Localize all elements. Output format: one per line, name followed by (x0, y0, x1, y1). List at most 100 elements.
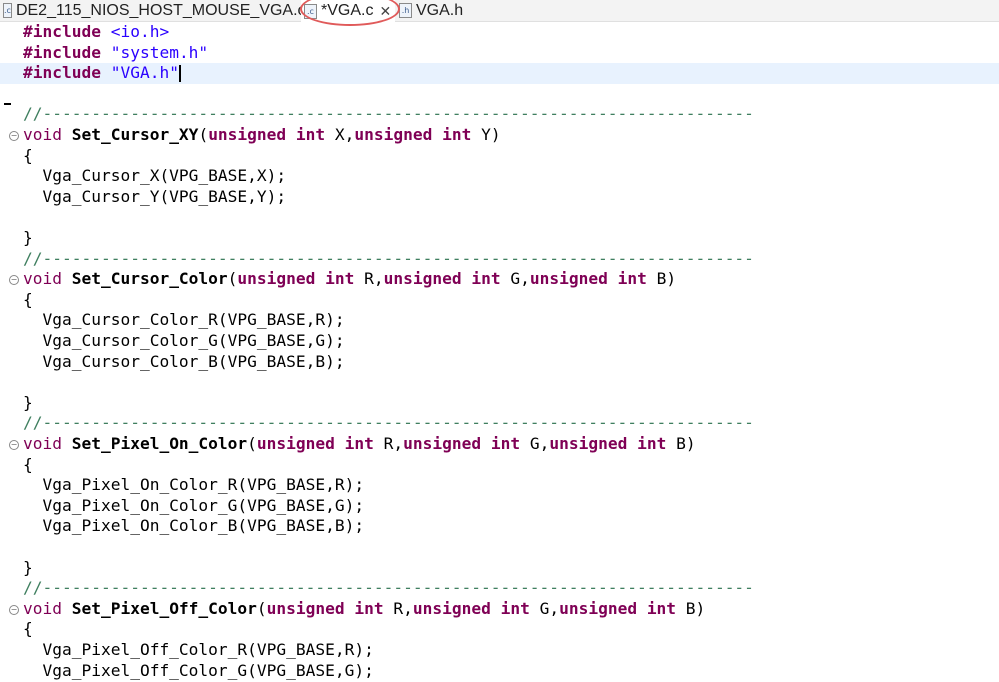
code-line[interactable]: Vga_Cursor_X(VPG_BASE,X); (0, 166, 999, 187)
code-token: unsigned (559, 598, 638, 618)
tab-vga-h[interactable]: .h VGA.h (396, 0, 486, 21)
code-text: #include <io.h> (23, 22, 169, 43)
code-text: //--------------------------------------… (23, 249, 754, 270)
code-line[interactable]: Vga_Pixel_Off_Color_G(VPG_BASE,G); (0, 661, 999, 682)
code-line[interactable]: Vga_Cursor_Color_G(VPG_BASE,G); (0, 331, 999, 352)
code-token: Vga_Pixel_Off_Color_R(VPG_BASE,R); (23, 640, 374, 659)
code-line[interactable]: #include <io.h> (0, 22, 999, 43)
code-text: void Set_Pixel_On_Color(unsigned int R,u… (23, 434, 696, 455)
code-line[interactable]: − void Set_Cursor_Color(unsigned int R,un… (0, 269, 999, 290)
code-line[interactable]: { (0, 290, 999, 311)
code-line[interactable] (0, 207, 999, 228)
code-line[interactable]: #include "system.h" (0, 43, 999, 64)
code-token: //--------------------------------------… (23, 248, 754, 268)
code-line[interactable]: { (0, 146, 999, 167)
code-line[interactable]: { (0, 619, 999, 640)
fold-toggle-icon[interactable]: − (9, 275, 19, 286)
code-token: int (637, 434, 667, 453)
code-token: Vga_Pixel_On_Color_G(VPG_BASE,G); (23, 495, 365, 515)
tab-de2-115-nios-host-mouse-vga-c[interactable]: .c DE2_115_NIOS_HOST_MOUSE_VGA.c (0, 0, 306, 21)
code-line[interactable]: − void Set_Pixel_Off_Color(unsigned int R… (0, 599, 999, 620)
code-token: unsigned (529, 269, 608, 289)
h-file-icon: .h (399, 3, 412, 18)
code-line[interactable]: Vga_Pixel_On_Color_B(VPG_BASE,B); (0, 516, 999, 537)
code-line[interactable]: { (0, 455, 999, 476)
code-token: { (23, 145, 33, 165)
code-token: Vga_Cursor_Color_G(VPG_BASE,G); (23, 331, 345, 350)
code-token: #include (23, 42, 101, 62)
close-tab-icon[interactable]: ✕ (379, 3, 391, 20)
code-line[interactable]: Vga_Pixel_On_Color_G(VPG_BASE,G); (0, 496, 999, 517)
code-token: unsigned (237, 269, 316, 289)
code-line[interactable]: − void Set_Cursor_XY(unsigned int X,unsig… (0, 125, 999, 146)
code-token: Vga_Cursor_X(VPG_BASE,X); (23, 166, 287, 186)
code-line[interactable] (0, 537, 999, 558)
code-line[interactable]: Vga_Pixel_On_Color_R(VPG_BASE,R); (0, 475, 999, 496)
code-line[interactable] (0, 372, 999, 393)
code-token: void (23, 434, 62, 453)
code-text: #include "system.h" (23, 43, 208, 64)
code-line[interactable]: #include "VGA.h" (0, 63, 999, 84)
code-token: unsigned (412, 598, 491, 618)
code-token: } (23, 557, 33, 577)
code-text: Vga_Pixel_On_Color_G(VPG_BASE,G); (23, 496, 364, 517)
code-token: B) (646, 269, 677, 289)
fold-toggle-icon[interactable]: − (9, 440, 19, 450)
fold-toggle-icon[interactable]: − (9, 131, 19, 141)
code-line[interactable]: Vga_Cursor_Color_R(VPG_BASE,R); (0, 310, 999, 331)
code-token: void (23, 269, 62, 289)
code-token: #include (23, 22, 101, 41)
code-line[interactable]: − void Set_Pixel_On_Color(unsigned int R,… (0, 434, 999, 455)
code-token: "system.h" (110, 42, 209, 62)
code-token: Vga_Cursor_Color_R(VPG_BASE,R); (23, 310, 345, 330)
code-text: void Set_Cursor_Color(unsigned int R,uns… (23, 269, 676, 290)
tab-label: DE2_115_NIOS_HOST_MOUSE_VGA.c (15, 1, 306, 19)
code-token: //--------------------------------------… (23, 578, 754, 598)
tab-label: *VGA.c (321, 2, 374, 19)
code-token: //--------------------------------------… (23, 413, 754, 433)
code-text: //--------------------------------------… (23, 578, 754, 599)
code-token: X, (325, 125, 355, 144)
code-line[interactable]: Vga_Pixel_Off_Color_R(VPG_BASE,R); (0, 640, 999, 661)
code-line[interactable]: } (0, 228, 999, 249)
code-text: void Set_Pixel_Off_Color(unsigned int R,… (23, 599, 705, 620)
code-line[interactable]: //--------------------------------------… (0, 104, 999, 125)
code-token: G, (529, 598, 560, 618)
tab-label: VGA.h (416, 1, 464, 19)
code-token: int (471, 269, 501, 289)
code-token: } (23, 392, 33, 412)
code-token: int (500, 598, 530, 618)
code-token: unsigned (549, 434, 628, 453)
code-token: Vga_Cursor_Color_B(VPG_BASE,B); (23, 351, 345, 371)
code-token: unsigned (256, 434, 335, 453)
code-line[interactable]: } (0, 558, 999, 579)
tab-vga-c[interactable]: .c *VGA.c ✕ (301, 0, 395, 22)
code-text: Vga_Cursor_X(VPG_BASE,X); (23, 166, 286, 187)
code-line[interactable] (0, 84, 999, 105)
code-editor[interactable]: #include <io.h> #include "system.h" #inclu… (0, 22, 999, 682)
code-token: ( (198, 125, 209, 144)
code-token: { (23, 289, 33, 309)
code-line[interactable]: } (0, 393, 999, 414)
code-text: { (23, 146, 33, 167)
code-token: //--------------------------------------… (23, 104, 754, 124)
code-line[interactable]: //--------------------------------------… (0, 413, 999, 434)
code-line[interactable]: //--------------------------------------… (0, 578, 999, 599)
code-token: R, (373, 434, 404, 453)
fold-toggle-icon[interactable]: − (9, 604, 19, 615)
code-line[interactable]: Vga_Cursor_Color_B(VPG_BASE,B); (0, 352, 999, 373)
code-text: { (23, 455, 33, 476)
code-line[interactable]: //--------------------------------------… (0, 249, 999, 270)
code-token: B) (676, 598, 706, 618)
code-text: Vga_Pixel_On_Color_B(VPG_BASE,B); (23, 516, 364, 537)
code-token: int (646, 598, 677, 618)
code-line[interactable]: Vga_Cursor_Y(VPG_BASE,Y); (0, 187, 999, 208)
